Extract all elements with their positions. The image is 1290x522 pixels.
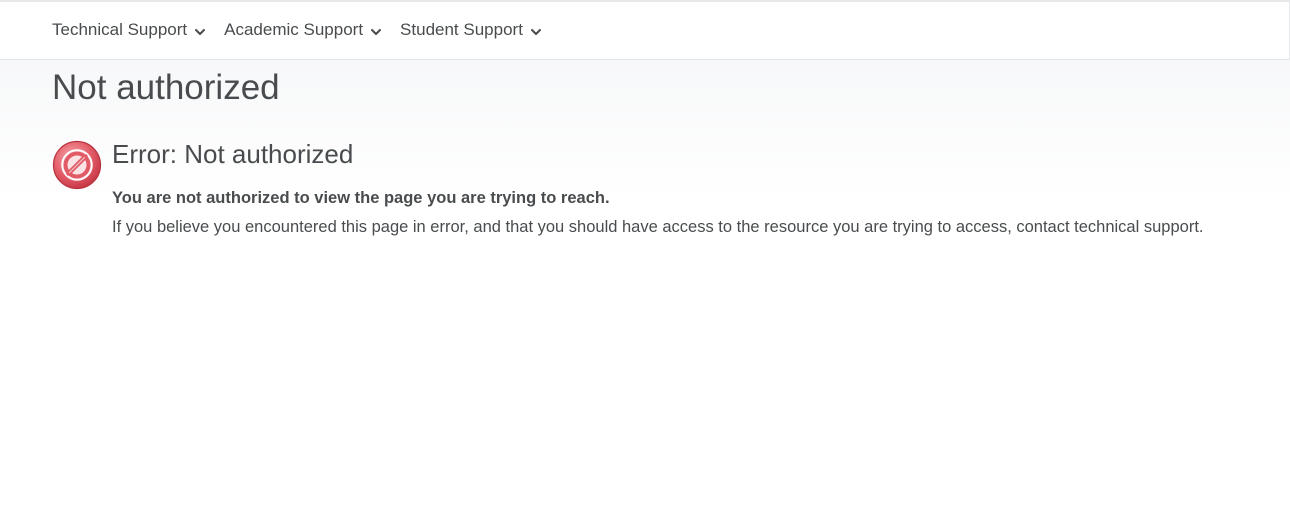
nav-item-label: Technical Support — [52, 20, 188, 39]
top-navigation-bar: Technical Support Academic Support Stude… — [0, 2, 1290, 60]
chevron-down-icon — [371, 28, 382, 35]
nav-item-label: Academic Support — [224, 20, 364, 39]
nav-item-technical-support[interactable]: Technical Support — [52, 20, 206, 40]
error-message: You are not authorized to view the page … — [112, 189, 610, 207]
page-title: Not authorized — [52, 68, 280, 107]
nav-menu: Technical Support Academic Support Stude… — [52, 20, 560, 40]
error-heading: Error: Not authorized — [112, 139, 354, 169]
nav-item-academic-support[interactable]: Academic Support — [224, 20, 382, 40]
nav-item-label: Student Support — [400, 20, 523, 39]
chevron-down-icon — [530, 28, 541, 35]
chevron-down-icon — [195, 28, 206, 35]
error-detail: If you believe you encountered this page… — [112, 218, 1204, 236]
prohibited-icon — [52, 140, 102, 190]
main-content — [0, 60, 1290, 522]
nav-item-student-support[interactable]: Student Support — [400, 20, 542, 40]
